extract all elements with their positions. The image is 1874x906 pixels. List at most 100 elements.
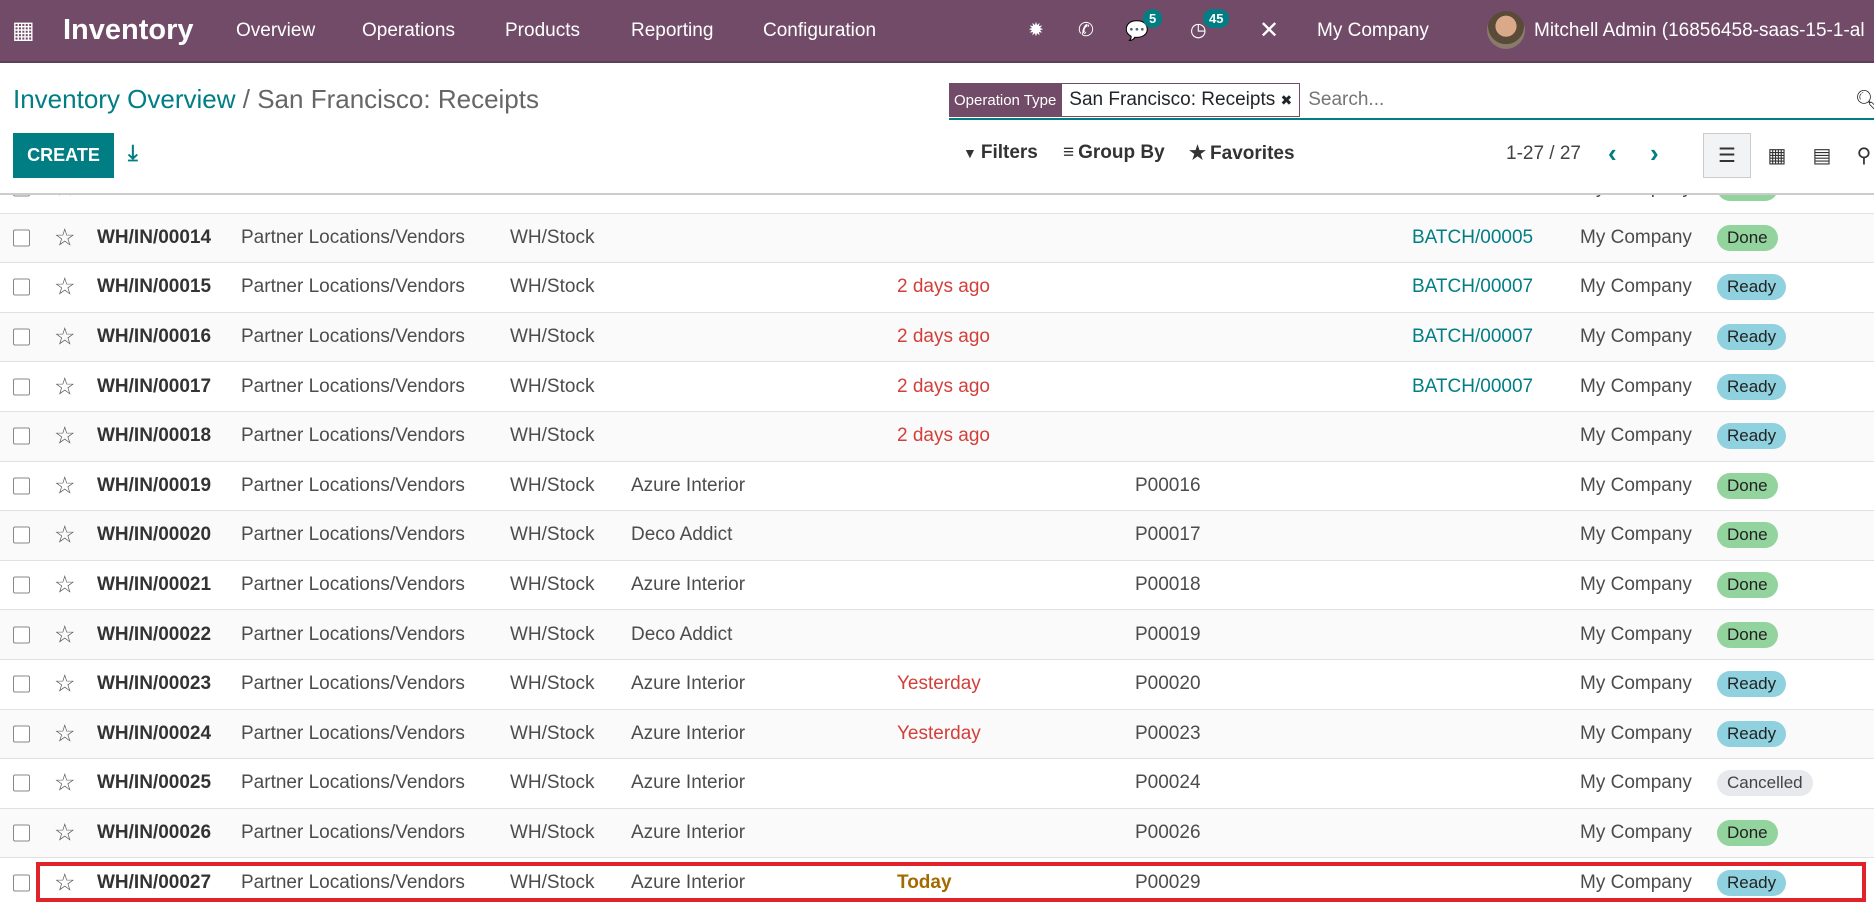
- star-icon[interactable]: ☆: [54, 620, 76, 649]
- search-input[interactable]: [1308, 89, 1809, 111]
- favorites-button[interactable]: ★ Favorites: [1189, 142, 1295, 165]
- row-checkbox[interactable]: [13, 576, 30, 594]
- star-icon[interactable]: ☆: [54, 323, 76, 352]
- download-icon[interactable]: ⤓: [128, 140, 138, 166]
- chat-badge: 5: [1143, 9, 1163, 28]
- kanban-view-icon[interactable]: ▦: [1753, 133, 1801, 178]
- batch-transfer[interactable]: BATCH/00005: [1412, 227, 1533, 249]
- row-checkbox[interactable]: [13, 725, 30, 743]
- reference: WH/IN/00015: [97, 276, 212, 298]
- contact: Deco Addict: [631, 623, 733, 645]
- table-row[interactable]: ☆ WH/IN/00014 Partner Locations/Vendors …: [0, 213, 1874, 264]
- destination-location: WH/Stock: [510, 871, 595, 893]
- facet-remove-icon[interactable]: ✖: [1281, 92, 1293, 109]
- table-row[interactable]: ☆ WH/IN/00015 Partner Locations/Vendors …: [0, 263, 1874, 313]
- source-document: P00019: [1135, 623, 1201, 645]
- menu-operations[interactable]: Operations: [362, 0, 455, 61]
- table-row[interactable]: ☆ WH/IN/00018 Partner Locations/Vendors …: [0, 411, 1874, 462]
- source-location: Partner Locations/Vendors: [241, 623, 465, 645]
- destination-location: WH/Stock: [510, 226, 595, 248]
- reference: WH/IN/00019: [97, 474, 212, 496]
- star-icon[interactable]: ☆: [54, 372, 76, 401]
- table-row[interactable]: ☆ WH/IN/00022 Partner Locations/Vendors …: [0, 610, 1874, 660]
- filters-button[interactable]: ▼ Filters: [963, 142, 1038, 164]
- table-row[interactable]: ☆ WH/IN/00027 Partner Locations/Vendors …: [0, 858, 1874, 906]
- star-icon[interactable]: ☆: [54, 471, 76, 500]
- batch-transfer[interactable]: BATCH/00007: [1412, 376, 1533, 398]
- table-row[interactable]: ☆ WH/IN/00025 Partner Locations/Vendors …: [0, 759, 1874, 809]
- star-icon[interactable]: ☆: [54, 223, 76, 252]
- pager-value[interactable]: 1-27 / 27: [1506, 143, 1581, 165]
- row-checkbox[interactable]: [13, 427, 30, 445]
- destination-location: WH/Stock: [510, 375, 595, 397]
- pager-next-icon[interactable]: ›: [1650, 138, 1659, 169]
- destination-location: WH/Stock: [510, 474, 595, 496]
- row-checkbox[interactable]: [13, 195, 30, 197]
- star-icon[interactable]: ☆: [54, 195, 76, 203]
- table-row[interactable]: ☆ WH/IN/00016 Partner Locations/Vendors …: [0, 312, 1874, 363]
- list-view-icon[interactable]: ☰: [1703, 133, 1751, 178]
- row-checkbox[interactable]: [13, 278, 30, 296]
- tools-icon[interactable]: ✕: [1259, 0, 1279, 61]
- contact: Azure Interior: [631, 474, 746, 496]
- bug-icon[interactable]: ✹: [1028, 0, 1044, 61]
- batch-transfer[interactable]: BATCH/00007: [1412, 276, 1533, 298]
- company: My Company: [1580, 574, 1692, 596]
- table-row[interactable]: ☆ WH/IN/00017 Partner Locations/Vendors …: [0, 362, 1874, 412]
- create-button[interactable]: CREATE: [13, 133, 114, 178]
- group-by-button[interactable]: ≡ Group By: [1063, 142, 1165, 164]
- menu-products[interactable]: Products: [505, 0, 580, 61]
- star-icon[interactable]: ☆: [54, 719, 76, 748]
- search-icon[interactable]: 🔍︎: [1855, 88, 1874, 113]
- star-icon[interactable]: ☆: [54, 521, 76, 550]
- chat-icon[interactable]: 💬: [1125, 0, 1149, 61]
- menu-reporting[interactable]: Reporting: [631, 0, 713, 61]
- menu-configuration[interactable]: Configuration: [763, 0, 876, 61]
- star-icon[interactable]: ☆: [54, 769, 76, 798]
- calendar-view-icon[interactable]: ▤: [1798, 133, 1846, 178]
- map-view-icon[interactable]: ⚲: [1840, 133, 1874, 178]
- menu-overview[interactable]: Overview: [236, 0, 315, 61]
- star-icon[interactable]: ☆: [54, 670, 76, 699]
- row-checkbox[interactable]: [13, 774, 30, 792]
- avatar[interactable]: [1487, 11, 1525, 49]
- row-checkbox[interactable]: [13, 526, 30, 544]
- row-checkbox[interactable]: [13, 874, 30, 892]
- status-badge: Done: [1717, 224, 1778, 251]
- star-icon[interactable]: ☆: [54, 868, 76, 897]
- star-icon[interactable]: ☆: [54, 273, 76, 302]
- table-row[interactable]: ☆ WH/IN/00023 Partner Locations/Vendors …: [0, 660, 1874, 710]
- scheduled-date: 2 days ago: [897, 375, 990, 397]
- user-menu[interactable]: Mitchell Admin (16856458-saas-15-1-al: [1534, 0, 1865, 61]
- app-brand[interactable]: Inventory: [63, 0, 194, 61]
- source-document: P00029: [1135, 871, 1201, 893]
- star-icon[interactable]: ☆: [54, 422, 76, 451]
- row-checkbox[interactable]: [13, 378, 30, 396]
- row-checkbox[interactable]: [13, 328, 30, 346]
- status-badge: Ready: [1717, 720, 1787, 747]
- app-menu-icon[interactable]: ▦: [12, 0, 35, 61]
- row-checkbox[interactable]: [13, 626, 30, 644]
- pager-prev-icon[interactable]: ‹: [1608, 138, 1617, 169]
- activity-clock-icon[interactable]: ◷: [1190, 0, 1207, 61]
- table-row[interactable]: ☆ WH/IN/00020 Partner Locations/Vendors …: [0, 511, 1874, 561]
- table-row[interactable]: ☆ WH/IN/00024 Partner Locations/Vendors …: [0, 709, 1874, 760]
- row-checkbox[interactable]: [13, 675, 30, 693]
- table-row[interactable]: ☆ WH/IN/00019 Partner Locations/Vendors …: [0, 462, 1874, 512]
- source-document: P00016: [1135, 474, 1201, 496]
- star-icon[interactable]: ☆: [54, 571, 76, 600]
- batch-transfer[interactable]: BATCH/00007: [1412, 326, 1533, 348]
- company-switcher[interactable]: My Company: [1317, 0, 1429, 61]
- source-document: P00024: [1135, 772, 1201, 794]
- table-row[interactable]: ☆ WH/IN/00026 Partner Locations/Vendors …: [0, 808, 1874, 859]
- breadcrumb-parent[interactable]: Inventory Overview: [13, 84, 236, 114]
- row-checkbox[interactable]: [13, 229, 30, 247]
- table-row[interactable]: ☆ WH/IN/00021 Partner Locations/Vendors …: [0, 561, 1874, 611]
- contact: Azure Interior: [631, 822, 746, 844]
- row-checkbox[interactable]: [13, 824, 30, 842]
- destination-location: WH/Stock: [510, 425, 595, 447]
- table-row[interactable]: ☆ My Company Done: [0, 195, 1874, 214]
- phone-icon[interactable]: ✆: [1078, 0, 1094, 61]
- row-checkbox[interactable]: [13, 477, 30, 495]
- star-icon[interactable]: ☆: [54, 819, 76, 848]
